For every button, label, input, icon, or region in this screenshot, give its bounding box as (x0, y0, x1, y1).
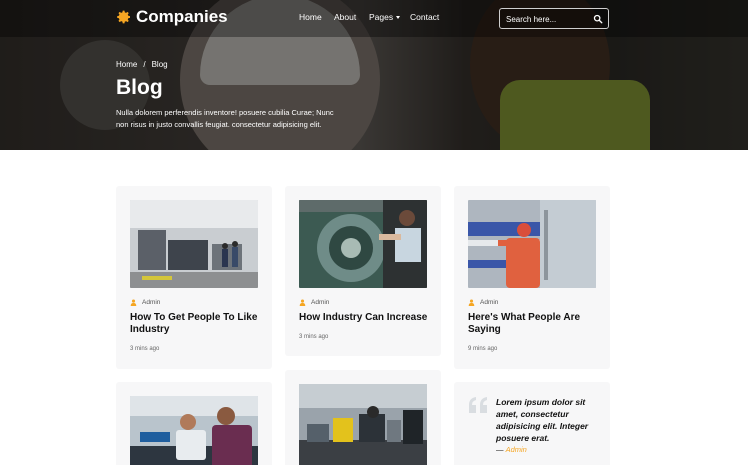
post-title[interactable]: Here's What People Are Saying (468, 312, 603, 336)
search-input[interactable] (506, 12, 590, 26)
post-meta: Admin (299, 299, 329, 306)
quote-icon (469, 397, 487, 413)
post-image[interactable] (130, 200, 258, 288)
gear-icon (117, 10, 130, 24)
quote-text: Lorem ipsum dolor sit amet, consectetur … (496, 397, 589, 443)
post-meta: Admin (130, 299, 160, 306)
user-icon (130, 299, 137, 306)
nav-item-home[interactable]: Home (299, 12, 322, 22)
nav-item-contact[interactable]: Contact (410, 12, 439, 22)
post-author[interactable]: Admin (142, 299, 160, 306)
blog-card[interactable]: Admin How To Get People To Like Industry… (116, 186, 272, 369)
quote-dash: — (496, 445, 504, 454)
hero-banner: Companies Home About Pages Contact Home … (0, 0, 748, 150)
nav-item-pages-label: Pages (369, 12, 394, 22)
nav-item-about[interactable]: About (334, 12, 356, 22)
post-meta: Admin (468, 299, 498, 306)
post-author[interactable]: Admin (480, 299, 498, 306)
post-image[interactable] (299, 200, 427, 288)
user-icon (468, 299, 475, 306)
breadcrumb-home[interactable]: Home (116, 60, 137, 69)
brand-logo[interactable]: Companies (116, 7, 228, 27)
nav-item-pages[interactable]: Pages (369, 12, 401, 22)
blog-card[interactable]: Admin How Industry Can Increase 3 mins a… (285, 186, 441, 356)
post-author[interactable]: Admin (311, 299, 329, 306)
post-image[interactable] (130, 396, 258, 465)
search-icon[interactable] (593, 14, 603, 24)
post-title[interactable]: How Industry Can Increase (299, 312, 434, 324)
breadcrumb-current: Blog (151, 60, 168, 69)
quote-author: — Admin (496, 445, 527, 454)
post-image[interactable] (299, 384, 427, 465)
blog-card[interactable] (116, 382, 272, 465)
user-icon (299, 299, 306, 306)
page-description: Nulla dolorem perferendis inventore! pos… (116, 108, 334, 129)
chevron-down-icon (396, 16, 401, 20)
page-title: Blog (116, 76, 163, 99)
brand-name: Companies (136, 7, 228, 26)
breadcrumb-separator: / (143, 60, 146, 69)
blog-card[interactable] (285, 370, 441, 465)
quote-author-name[interactable]: Admin (506, 445, 527, 454)
search-box (499, 8, 609, 29)
blog-card[interactable]: Admin Here's What People Are Saying 9 mi… (454, 186, 610, 369)
quote-card: Lorem ipsum dolor sit amet, consectetur … (454, 382, 610, 465)
breadcrumb: Home / Blog (116, 60, 168, 69)
post-time: 3 mins ago (130, 346, 160, 352)
post-time: 3 mins ago (299, 334, 329, 340)
post-image[interactable] (468, 200, 596, 288)
post-time: 9 mins ago (468, 346, 498, 352)
post-title[interactable]: How To Get People To Like Industry (130, 312, 265, 336)
